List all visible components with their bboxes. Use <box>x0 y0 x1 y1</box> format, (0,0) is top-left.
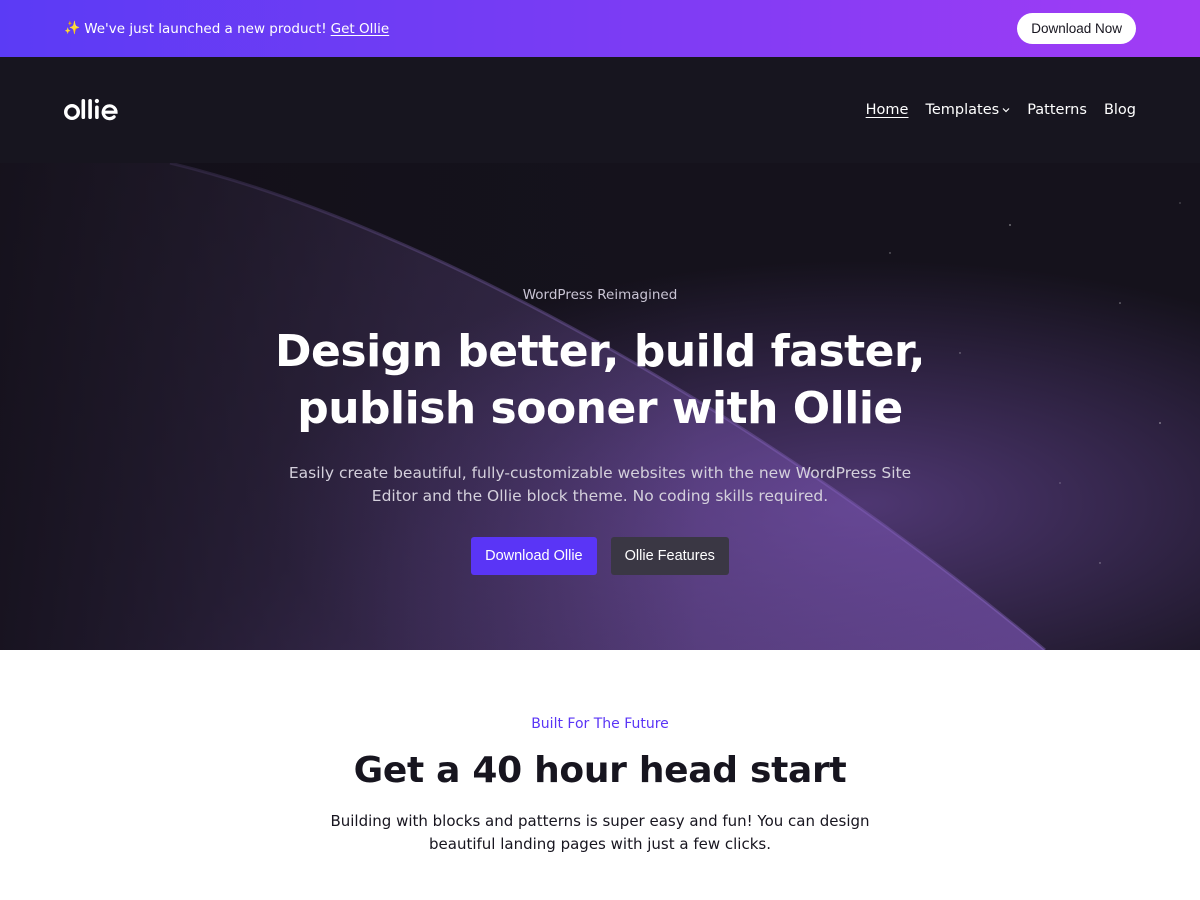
features-heading: Get a 40 hour head start <box>353 750 847 791</box>
features-text: Building with blocks and patterns is sup… <box>330 812 870 853</box>
hero-section: WordPress Reimagined Design better, buil… <box>0 163 1200 650</box>
ollie-logo[interactable] <box>64 98 124 122</box>
nav-home[interactable]: Home <box>866 102 909 118</box>
ollie-features-button[interactable]: Ollie Features <box>610 537 729 575</box>
hero-title: Design better, build faster, publish soo… <box>275 326 925 434</box>
main-nav: Home Templates Patterns Blog <box>866 102 1136 118</box>
features-intro-section: Built For The Future Get a 40 hour head … <box>0 650 1200 900</box>
nav-templates[interactable]: Templates <box>925 102 1010 118</box>
download-now-button[interactable]: Download Now <box>1017 13 1136 44</box>
get-ollie-link[interactable]: Get Ollie <box>331 21 390 37</box>
announcement-bar: ✨ We've just launched a new product! Get… <box>0 0 1200 57</box>
nav-blog[interactable]: Blog <box>1104 102 1136 118</box>
hero-button-row: Download Ollie Ollie Features <box>0 537 1200 575</box>
announcement-text: We've just launched a new product! <box>84 20 327 37</box>
hero-subtitle: Easily create beautiful, fully-customiza… <box>288 464 912 505</box>
ollie-logo-icon <box>64 98 118 121</box>
sparkle-icon: ✨ <box>64 21 81 36</box>
chevron-down-icon <box>1002 108 1010 113</box>
features-kicker: Built For The Future <box>531 716 669 732</box>
hero-eyebrow: WordPress Reimagined <box>522 287 678 303</box>
nav-patterns[interactable]: Patterns <box>1027 102 1087 118</box>
download-ollie-button[interactable]: Download Ollie <box>471 537 597 575</box>
announcement-message: ✨ We've just launched a new product! Get… <box>64 21 389 37</box>
nav-templates-label: Templates <box>925 102 1000 118</box>
site-header: Home Templates Patterns Blog <box>0 57 1200 163</box>
